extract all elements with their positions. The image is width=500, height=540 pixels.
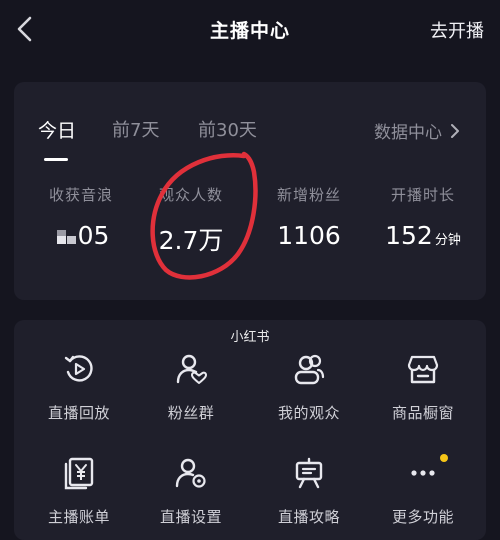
tool-label: 我的观众 <box>277 404 340 422</box>
bill-icon <box>64 457 94 490</box>
stat-earned-tokens[interactable]: 收获音浪 05 <box>22 184 140 250</box>
top-bar: 主播中心 去开播 <box>0 0 500 62</box>
stat-value: 05 <box>77 221 110 250</box>
stats-card: 今日 前7天 前30天 数据中心 收获音浪 05 观众人数 2.7万 新增粉丝 … <box>14 82 486 300</box>
tool-label: 主播账单 <box>47 508 110 526</box>
stat-unit: 分钟 <box>434 233 461 248</box>
active-tab-indicator <box>44 158 68 161</box>
tool-label: 商品橱窗 <box>391 404 454 422</box>
stat-value: 152 <box>385 221 433 250</box>
tool-live-settings[interactable]: 直播设置 <box>132 456 250 527</box>
settings-user-icon <box>175 458 206 488</box>
stat-live-duration[interactable]: 开播时长 152 分钟 <box>364 184 482 250</box>
tool-live-replay[interactable]: 直播回放 <box>20 352 138 423</box>
tab-7-days[interactable]: 前7天 <box>112 116 159 142</box>
stat-value-wrap: 152 分钟 <box>364 221 482 250</box>
stat-label: 观众人数 <box>158 186 223 204</box>
tab-today[interactable]: 今日 <box>38 116 76 143</box>
more-icon <box>411 470 435 476</box>
stat-label: 收获音浪 <box>48 186 113 204</box>
audience-icon <box>294 354 325 385</box>
tool-product-window[interactable]: 商品橱窗 <box>364 352 482 423</box>
chevron-right-icon <box>451 123 459 138</box>
stat-label: 开播时长 <box>390 186 455 204</box>
go-live-button[interactable]: 去开播 <box>430 17 484 43</box>
tool-label: 更多功能 <box>391 508 454 526</box>
tool-label: 粉丝群 <box>167 404 215 422</box>
watermark-text: 小红书 <box>230 330 270 345</box>
data-center-link[interactable]: 数据中心 <box>374 118 460 143</box>
mosaic-blur <box>53 226 77 244</box>
stat-value: 2.7万 <box>158 226 224 255</box>
stat-new-fans[interactable]: 新增粉丝 1106 <box>250 184 368 250</box>
tool-more-functions[interactable]: 更多功能 <box>364 454 482 527</box>
data-center-label: 数据中心 <box>374 123 442 143</box>
storefront-icon <box>407 355 439 384</box>
stat-value: 1106 <box>277 221 341 250</box>
play-circle-icon <box>64 355 93 382</box>
guide-icon <box>295 457 323 489</box>
tool-fans-group[interactable]: 粉丝群 <box>132 352 250 423</box>
stat-viewers[interactable]: 观众人数 2.7万 <box>132 184 250 257</box>
tab-30-days[interactable]: 前30天 <box>198 116 257 142</box>
tool-label: 直播设置 <box>159 508 222 526</box>
tool-live-guide[interactable]: 直播攻略 <box>250 456 368 527</box>
tool-label: 直播回放 <box>47 404 110 422</box>
tool-streamer-bill[interactable]: 主播账单 <box>20 456 138 527</box>
stat-label: 新增粉丝 <box>276 186 341 204</box>
fans-group-icon <box>176 354 207 384</box>
tool-my-audience[interactable]: 我的观众 <box>250 352 368 423</box>
stat-value-obscured: 05 <box>22 221 140 250</box>
tools-card: 小红书 直播回放 粉丝群 我的观众 商品橱窗 主播账单 直播设置 直播攻略 更多… <box>14 320 486 540</box>
page-title: 主播中心 <box>209 20 290 42</box>
tool-label: 直播攻略 <box>277 508 340 526</box>
notification-dot <box>440 454 448 462</box>
